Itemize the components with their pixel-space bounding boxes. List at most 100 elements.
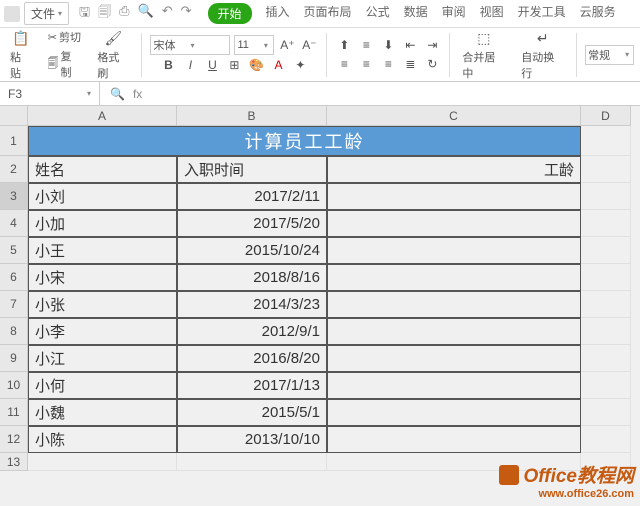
cell-name[interactable]: 小陈 [28, 426, 177, 453]
row-header[interactable]: 4 [0, 210, 28, 237]
cell-date[interactable]: 2017/1/13 [177, 372, 327, 399]
wrap-button[interactable]: ↵ 自动换行 [517, 26, 568, 83]
align-center-icon[interactable]: ≡ [357, 55, 375, 73]
cell-name[interactable]: 小李 [28, 318, 177, 345]
row-header[interactable]: 2 [0, 156, 28, 183]
cell-name[interactable]: 小何 [28, 372, 177, 399]
cell[interactable] [581, 426, 631, 453]
cell-years[interactable] [327, 210, 581, 237]
cell-name[interactable]: 小张 [28, 291, 177, 318]
cell[interactable] [581, 237, 631, 264]
name-box[interactable]: F3 ▾ [0, 82, 100, 105]
row-header[interactable]: 1 [0, 126, 28, 156]
bold-button[interactable]: B [159, 56, 177, 74]
cell-date[interactable]: 2017/2/11 [177, 183, 327, 210]
fx-icon[interactable]: fx [133, 87, 142, 101]
cell[interactable] [581, 372, 631, 399]
col-header-C[interactable]: C [327, 106, 581, 126]
italic-button[interactable]: I [181, 56, 199, 74]
col-header-D[interactable]: D [581, 106, 631, 126]
align-bottom-icon[interactable]: ⬇ [379, 36, 397, 54]
save-as-icon[interactable]: 🗐 [98, 3, 111, 25]
merge-button[interactable]: ⬚ 合并居中 [458, 26, 509, 83]
cell[interactable] [581, 345, 631, 372]
cell-name[interactable]: 小刘 [28, 183, 177, 210]
tab-view[interactable]: 视图 [480, 3, 504, 24]
cell[interactable] [581, 156, 631, 183]
align-left-icon[interactable]: ≡ [335, 55, 353, 73]
cell[interactable] [581, 291, 631, 318]
format-painter-button[interactable]: 🖌 格式刷 [93, 26, 133, 83]
row-header[interactable]: 9 [0, 345, 28, 372]
cell-years[interactable] [327, 264, 581, 291]
indent-dec-icon[interactable]: ⇤ [401, 36, 419, 54]
row-header[interactable]: 6 [0, 264, 28, 291]
align-middle-icon[interactable]: ≡ [357, 36, 375, 54]
preview-icon[interactable]: 🔍 [138, 3, 154, 25]
indent-inc-icon[interactable]: ⇥ [423, 36, 441, 54]
font-size-select[interactable]: 11▾ [234, 35, 274, 55]
cell-years[interactable] [327, 318, 581, 345]
font-color-button[interactable]: A [269, 56, 287, 74]
decrease-font-icon[interactable]: A⁻ [300, 36, 318, 54]
row-header[interactable]: 13 [0, 453, 28, 471]
cell-date[interactable]: 2014/3/23 [177, 291, 327, 318]
tab-dev[interactable]: 开发工具 [518, 3, 566, 24]
align-top-icon[interactable]: ⬆ [335, 36, 353, 54]
cell-name[interactable]: 小宋 [28, 264, 177, 291]
cell-years[interactable] [327, 372, 581, 399]
cell[interactable] [581, 126, 631, 156]
row-header[interactable]: 8 [0, 318, 28, 345]
cell-name[interactable]: 小加 [28, 210, 177, 237]
cell-name[interactable]: 小江 [28, 345, 177, 372]
orientation-icon[interactable]: ↻ [423, 55, 441, 73]
cell-years[interactable] [327, 426, 581, 453]
font-name-select[interactable]: 宋体▾ [150, 35, 230, 55]
cell-date[interactable]: 2015/5/1 [177, 399, 327, 426]
cell[interactable] [28, 453, 177, 471]
row-header[interactable]: 3 [0, 183, 28, 210]
col-header-A[interactable]: A [28, 106, 177, 126]
cell-date[interactable]: 2016/8/20 [177, 345, 327, 372]
file-menu[interactable]: 文件 ▾ [24, 2, 69, 25]
effects-button[interactable]: ✦ [291, 56, 309, 74]
justify-icon[interactable]: ≣ [401, 55, 419, 73]
col-header-B[interactable]: B [177, 106, 327, 126]
cell-years[interactable] [327, 399, 581, 426]
cell[interactable] [581, 399, 631, 426]
cell-date[interactable]: 2017/5/20 [177, 210, 327, 237]
paste-button[interactable]: 📋 粘贴 [6, 26, 35, 83]
print-icon[interactable]: ⎙ [119, 3, 129, 25]
zoom-icon[interactable]: 🔍 [110, 87, 125, 101]
row-header[interactable]: 10 [0, 372, 28, 399]
cell-years[interactable] [327, 183, 581, 210]
cell[interactable] [581, 318, 631, 345]
title-cell[interactable]: 计算员工工龄 [28, 126, 581, 156]
header-years[interactable]: 工龄 [327, 156, 581, 183]
formula-input[interactable] [152, 82, 640, 105]
cell-name[interactable]: 小王 [28, 237, 177, 264]
underline-button[interactable]: U [203, 56, 221, 74]
row-header[interactable]: 7 [0, 291, 28, 318]
tab-data[interactable]: 数据 [404, 3, 428, 24]
cell-years[interactable] [327, 345, 581, 372]
border-button[interactable]: ⊞ [225, 56, 243, 74]
copy-button[interactable]: 🗐 复制 [43, 47, 85, 81]
save-icon[interactable]: 🖫 [79, 3, 90, 25]
cell-date[interactable]: 2015/10/24 [177, 237, 327, 264]
cell-date[interactable]: 2013/10/10 [177, 426, 327, 453]
tab-review[interactable]: 审阅 [442, 3, 466, 24]
cell[interactable] [581, 264, 631, 291]
tab-formula[interactable]: 公式 [366, 3, 390, 24]
tab-cloud[interactable]: 云服务 [580, 3, 616, 24]
cell-name[interactable]: 小魏 [28, 399, 177, 426]
number-format-select[interactable]: 常规▾ [585, 45, 634, 65]
redo-icon[interactable]: ↷ [181, 3, 192, 25]
tab-insert[interactable]: 插入 [266, 3, 290, 24]
fill-color-button[interactable]: 🎨 [247, 56, 265, 74]
row-header[interactable]: 5 [0, 237, 28, 264]
undo-icon[interactable]: ↶ [162, 3, 173, 25]
header-name[interactable]: 姓名 [28, 156, 177, 183]
cell[interactable] [177, 453, 327, 471]
tab-layout[interactable]: 页面布局 [304, 3, 352, 24]
